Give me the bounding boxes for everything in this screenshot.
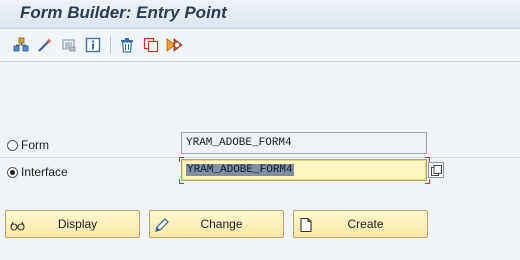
application-toolbar: [0, 29, 520, 62]
window-title: Form Builder: Entry Point: [20, 3, 227, 22]
display-object-icon[interactable]: [60, 36, 78, 54]
value-help-icon: [430, 164, 442, 176]
interface-radio[interactable]: Interface: [7, 165, 68, 179]
interface-radio-button[interactable]: [7, 166, 18, 178]
focus-corner: [425, 179, 430, 184]
form-radio-label: Form: [21, 138, 49, 152]
change-button[interactable]: Change: [149, 210, 284, 238]
title-bar: Form Builder: Entry Point: [0, 0, 520, 29]
form-radio[interactable]: Form: [7, 138, 49, 152]
pencil-icon: [155, 218, 169, 232]
trash-icon[interactable]: [118, 36, 136, 54]
copy-icon[interactable]: [142, 36, 160, 54]
object-hierarchy-icon[interactable]: [12, 36, 30, 54]
value-help-button[interactable]: [428, 162, 444, 178]
focus-corner: [179, 179, 184, 184]
new-document-icon: [300, 217, 312, 233]
form-radio-button[interactable]: [7, 139, 18, 151]
info-icon[interactable]: [84, 36, 102, 54]
focus-corner: [179, 157, 184, 162]
row-divider: [0, 157, 520, 158]
interface-radio-label: Interface: [21, 165, 68, 179]
interface-name-value: YRAM_ADOBE_FORM4: [186, 164, 294, 176]
form-name-field[interactable]: YRAM_ADOBE_FORM4: [181, 132, 427, 154]
test-run-icon[interactable]: [166, 36, 184, 54]
create-button[interactable]: Create: [293, 210, 428, 238]
interface-name-field[interactable]: YRAM_ADOBE_FORM4: [181, 159, 427, 181]
magic-wand-icon[interactable]: [36, 36, 54, 54]
display-button[interactable]: Display: [5, 210, 140, 238]
glasses-icon: [10, 221, 25, 231]
toolbar-separator: [110, 36, 111, 54]
